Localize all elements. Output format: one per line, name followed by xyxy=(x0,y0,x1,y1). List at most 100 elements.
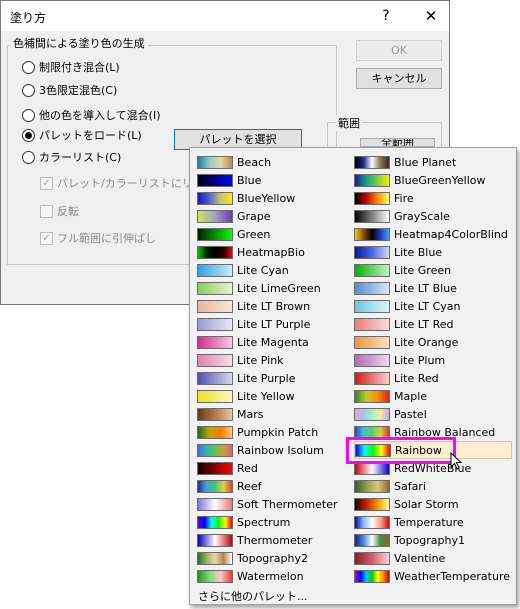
palette-item-fire[interactable]: Fire xyxy=(354,189,512,207)
palette-item-red[interactable]: Red xyxy=(197,459,347,477)
palette-item-label: HeatmapBio xyxy=(237,245,305,259)
checkbox-label: 反転 xyxy=(57,205,79,218)
palette-item-valentine[interactable]: Valentine xyxy=(354,549,512,567)
palette-item-solar-storm[interactable]: Solar Storm xyxy=(354,495,512,513)
radio-button[interactable] xyxy=(22,60,35,74)
palette-item-label: Lite Blue xyxy=(394,245,443,259)
palette-item-mars[interactable]: Mars xyxy=(197,405,347,423)
bluegreenyellow-swatch xyxy=(354,173,390,187)
radio-button-checked[interactable] xyxy=(22,128,35,142)
palette-item-grape[interactable]: Grape xyxy=(197,207,347,225)
palette-item-lite-yellow[interactable]: Lite Yellow xyxy=(197,387,347,405)
palette-item-lite-lt-blue[interactable]: Lite LT Blue xyxy=(354,279,512,297)
radio-three-color[interactable]: 3色限定混色(C) xyxy=(22,81,117,99)
palette-item-redwhiteblue[interactable]: RedWhiteBlue xyxy=(354,459,512,477)
palette-item-lite-blue[interactable]: Lite Blue xyxy=(354,243,512,261)
lite-lt-blue-swatch xyxy=(354,281,390,295)
help-button[interactable]: ? xyxy=(374,4,398,28)
lite-lt-cyan-swatch xyxy=(354,299,390,313)
palette-item-heatmap4colorblind[interactable]: Heatmap4ColorBlind xyxy=(354,225,512,243)
radio-label: 他の色を導入して混合(I) xyxy=(39,109,161,122)
palette-item-lite-lt-purple[interactable]: Lite LT Purple xyxy=(197,315,347,333)
palette-item-blueyellow[interactable]: BlueYellow xyxy=(197,189,347,207)
mouse-cursor-icon xyxy=(450,452,463,470)
palette-item-watermelon[interactable]: Watermelon xyxy=(197,567,347,585)
palette-item-label: Lite Pink xyxy=(237,353,284,367)
palette-item-rainbow-balanced[interactable]: Rainbow Balanced xyxy=(354,423,512,441)
radio-button[interactable] xyxy=(22,150,35,164)
palette-item-label: Solar Storm xyxy=(394,497,459,511)
palette-item-label: Lite LT Brown xyxy=(237,299,311,313)
palette-item-topography1[interactable]: Topography1 xyxy=(354,531,512,549)
palette-item-label: Lite LT Purple xyxy=(237,317,311,331)
palette-item-topography2[interactable]: Topography2 xyxy=(197,549,347,567)
palette-item-lite-lt-brown[interactable]: Lite LT Brown xyxy=(197,297,347,315)
pumpkin-patch-swatch xyxy=(197,425,233,439)
palette-item-lite-pink[interactable]: Lite Pink xyxy=(197,351,347,369)
soft-thermometer-swatch xyxy=(197,497,233,511)
palette-item-lite-lt-cyan[interactable]: Lite LT Cyan xyxy=(354,297,512,315)
palette-item-lite-limegreen[interactable]: Lite LimeGreen xyxy=(197,279,347,297)
check-stretch-full-range[interactable]: ✓ フル範囲に引伸ばし xyxy=(40,229,156,247)
ok-button[interactable]: OK xyxy=(356,40,442,61)
palette-item-label: Valentine xyxy=(394,551,446,565)
palette-item-label: Lite Purple xyxy=(237,371,296,385)
checkbox[interactable] xyxy=(40,204,53,218)
palette-item-thermometer[interactable]: Thermometer xyxy=(197,531,347,549)
radio-color-list[interactable]: カラーリスト(C) xyxy=(22,148,121,166)
radio-load-palette[interactable]: パレットをロード(L) xyxy=(22,126,142,144)
palette-item-lite-green[interactable]: Lite Green xyxy=(354,261,512,279)
palette-item-grayscale[interactable]: GrayScale xyxy=(354,207,512,225)
palette-item-maple[interactable]: Maple xyxy=(354,387,512,405)
radio-other-color[interactable]: 他の色を導入して混合(I) xyxy=(22,106,161,124)
palette-item-label: Topography1 xyxy=(394,533,466,547)
red-swatch xyxy=(197,461,233,475)
palette-item-beach[interactable]: Beach xyxy=(197,153,347,171)
radio-button[interactable] xyxy=(22,83,35,97)
palette-item-pumpkin-patch[interactable]: Pumpkin Patch xyxy=(197,423,347,441)
palette-item-lite-purple[interactable]: Lite Purple xyxy=(197,369,347,387)
cancel-button[interactable]: キャンセル xyxy=(356,68,442,89)
palette-item-reef[interactable]: Reef xyxy=(197,477,347,495)
check-link-palette[interactable]: ✓ パレット/カラーリストにリン xyxy=(40,174,204,192)
close-button[interactable]: ✕ xyxy=(419,4,443,28)
palette-item-heatmapbio[interactable]: HeatmapBio xyxy=(197,243,347,261)
check-reverse[interactable]: 反転 xyxy=(40,202,79,220)
radio-button[interactable] xyxy=(22,108,35,122)
palette-item-lite-orange[interactable]: Lite Orange xyxy=(354,333,512,351)
palette-item-rainbow-isolum[interactable]: Rainbow Isolum xyxy=(197,441,347,459)
palette-item-lite-cyan[interactable]: Lite Cyan xyxy=(197,261,347,279)
full-range-button[interactable]: 全範囲 xyxy=(360,138,435,147)
palette-item-lite-lt-red[interactable]: Lite LT Red xyxy=(354,315,512,333)
more-palettes-item[interactable]: さらに他のパレット... xyxy=(198,588,308,604)
mars-swatch xyxy=(197,407,233,421)
redwhiteblue-swatch xyxy=(354,461,390,475)
radio-limited-mix[interactable]: 制限付き混合(L) xyxy=(22,58,120,76)
palette-item-spectrum[interactable]: Spectrum xyxy=(197,513,347,531)
palette-item-label: Mars xyxy=(237,407,264,421)
palette-item-green[interactable]: Green xyxy=(197,225,347,243)
fire-swatch xyxy=(354,191,390,205)
palette-item-blue[interactable]: Blue xyxy=(197,171,347,189)
palette-item-lite-red[interactable]: Lite Red xyxy=(354,369,512,387)
radio-label: パレットをロード(L) xyxy=(39,129,142,142)
palette-item-lite-plum[interactable]: Lite Plum xyxy=(354,351,512,369)
palette-item-pastel[interactable]: Pastel xyxy=(354,405,512,423)
palette-item-rainbow[interactable]: Rainbow xyxy=(354,441,512,459)
checkbox-checked[interactable]: ✓ xyxy=(40,231,53,245)
palette-item-weathertemperature[interactable]: WeatherTemperature xyxy=(354,567,512,585)
palette-item-temperature[interactable]: Temperature xyxy=(354,513,512,531)
lite-yellow-swatch xyxy=(197,389,233,403)
palette-item-label: Heatmap4ColorBlind xyxy=(394,227,508,241)
palette-item-label: Beach xyxy=(237,155,272,169)
palette-item-safari[interactable]: Safari xyxy=(354,477,512,495)
checkbox-checked[interactable]: ✓ xyxy=(40,176,53,190)
maple-swatch xyxy=(354,389,390,403)
blueyellow-swatch xyxy=(197,191,233,205)
palette-item-bluegreenyellow[interactable]: BlueGreenYellow xyxy=(354,171,512,189)
palette-item-blue-planet[interactable]: Blue Planet xyxy=(354,153,512,171)
palette-item-soft-thermometer[interactable]: Soft Thermometer xyxy=(197,495,347,513)
palette-item-label: Soft Thermometer xyxy=(237,497,338,511)
lite-orange-swatch xyxy=(354,335,390,349)
palette-item-lite-magenta[interactable]: Lite Magenta xyxy=(197,333,347,351)
